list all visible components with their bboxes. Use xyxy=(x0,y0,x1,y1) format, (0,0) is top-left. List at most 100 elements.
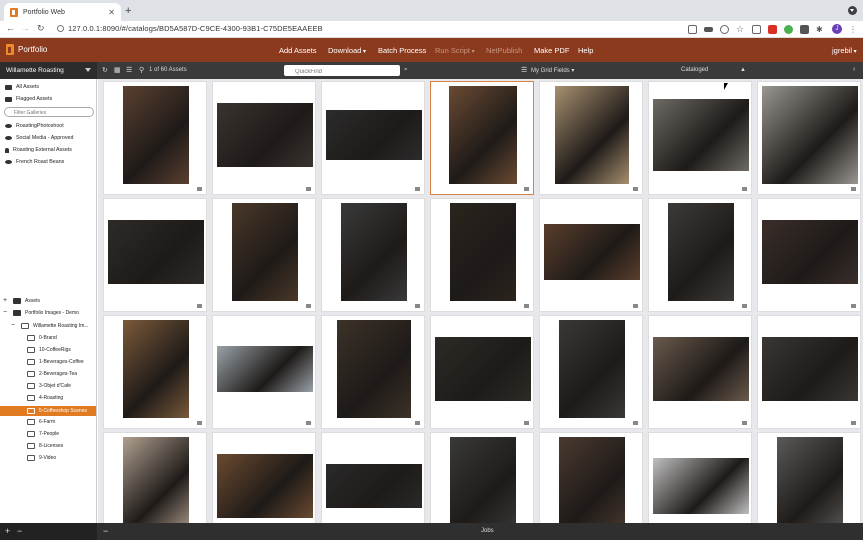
asset-thumbnail[interactable] xyxy=(544,224,640,280)
gallery-item[interactable]: RoastingPhotoshoot xyxy=(5,123,64,129)
flag-icon[interactable] xyxy=(197,304,202,308)
extension-green-icon[interactable] xyxy=(784,24,793,34)
asset-tile[interactable] xyxy=(539,81,643,195)
kebab-menu-icon[interactable]: ⋮ xyxy=(849,25,857,34)
flag-icon[interactable] xyxy=(415,421,420,425)
asset-thumbnail[interactable] xyxy=(108,220,204,284)
flag-icon[interactable] xyxy=(851,304,856,308)
collapse-icon[interactable]: − xyxy=(3,309,9,316)
tree-folder[interactable]: 9-Video xyxy=(27,455,56,461)
gallery-item[interactable]: Roasting External Assets xyxy=(5,147,72,153)
asset-tile[interactable] xyxy=(757,432,861,523)
asset-tile[interactable] xyxy=(103,198,207,312)
flag-icon[interactable] xyxy=(633,187,638,191)
user-menu[interactable]: jgrebil xyxy=(832,46,857,55)
asset-tile[interactable] xyxy=(430,81,534,195)
asset-thumbnail[interactable] xyxy=(435,337,531,401)
flag-icon[interactable] xyxy=(851,421,856,425)
chrome-menu-icon[interactable] xyxy=(848,6,857,15)
asset-thumbnail[interactable] xyxy=(217,454,313,518)
zoom-icon[interactable] xyxy=(720,24,729,34)
tree-folder[interactable]: 1-Beverages-Coffee xyxy=(27,359,84,365)
puzzle-icon[interactable]: ✱ xyxy=(816,25,825,34)
asset-tile[interactable] xyxy=(321,198,425,312)
asset-thumbnail[interactable] xyxy=(559,320,625,418)
asset-thumbnail[interactable] xyxy=(559,437,625,523)
search-icon[interactable]: ⌕ xyxy=(404,66,408,74)
asset-thumbnail[interactable] xyxy=(123,437,189,523)
netpublish-button[interactable]: NetPublish xyxy=(486,46,522,55)
apps-grid-icon[interactable] xyxy=(688,24,697,34)
asset-thumbnail[interactable] xyxy=(777,437,843,523)
asset-thumbnail[interactable] xyxy=(762,337,858,401)
sort-ascending-icon[interactable]: ▲ xyxy=(740,67,746,73)
asset-thumbnail[interactable] xyxy=(326,464,422,508)
browser-tab[interactable]: Portfolio Web ✕ xyxy=(4,3,121,21)
collapse-icon[interactable]: − xyxy=(11,322,17,329)
sidebar-item-all-assets[interactable]: All Assets xyxy=(5,84,39,90)
flag-icon[interactable] xyxy=(742,421,747,425)
flag-icon[interactable] xyxy=(742,304,747,308)
asset-thumbnail[interactable] xyxy=(555,86,629,184)
asset-tile[interactable] xyxy=(430,315,534,429)
asset-tile[interactable] xyxy=(103,81,207,195)
run-script-menu[interactable]: Run Script xyxy=(435,46,475,55)
flag-icon[interactable] xyxy=(415,304,420,308)
flag-icon[interactable] xyxy=(851,187,856,191)
refresh-icon[interactable]: ↻ xyxy=(102,66,108,74)
star-icon[interactable]: ☆ xyxy=(736,24,745,34)
tree-item-assets[interactable]: + Assets xyxy=(3,297,40,304)
tree-folder[interactable]: 0-Brand xyxy=(27,335,57,341)
asset-tile[interactable] xyxy=(430,198,534,312)
asset-tile[interactable] xyxy=(539,315,643,429)
tree-item-portfolio-images[interactable]: − Portfolio Images - Demo xyxy=(3,309,79,316)
asset-tile[interactable] xyxy=(103,315,207,429)
tree-folder[interactable]: 7-People xyxy=(27,431,59,437)
asset-tile[interactable] xyxy=(539,198,643,312)
asset-thumbnail[interactable] xyxy=(341,203,407,301)
asset-thumbnail[interactable] xyxy=(653,99,749,171)
asset-tile[interactable] xyxy=(539,432,643,523)
asset-tile[interactable] xyxy=(757,198,861,312)
url-field[interactable]: 127.0.0.1:8090/#/catalogs/BD5A587D-C9CE-… xyxy=(68,24,323,33)
asset-tile[interactable] xyxy=(648,432,752,523)
asset-tile[interactable] xyxy=(321,432,425,523)
flag-icon[interactable] xyxy=(197,187,202,191)
make-pdf-button[interactable]: Make PDF xyxy=(534,46,569,55)
remove-icon[interactable]: − xyxy=(17,526,22,536)
asset-tile[interactable] xyxy=(212,198,316,312)
jobs-label[interactable]: Jobs xyxy=(481,528,494,534)
sort-field[interactable]: Cataloged xyxy=(681,67,708,73)
download-menu[interactable]: Download xyxy=(328,46,366,55)
quickfind-input[interactable] xyxy=(284,65,400,76)
profile-avatar[interactable]: J xyxy=(832,24,842,34)
info-icon[interactable] xyxy=(57,25,64,32)
tree-folder[interactable]: 8-Licenses xyxy=(27,443,63,449)
batch-process-button[interactable]: Batch Process xyxy=(378,46,426,55)
extension-dark-icon[interactable] xyxy=(800,24,809,34)
flag-icon[interactable] xyxy=(306,304,311,308)
tree-folder[interactable]: 4-Roasting xyxy=(27,395,63,401)
flag-icon[interactable] xyxy=(197,421,202,425)
asset-tile[interactable] xyxy=(757,315,861,429)
collapse-panel-icon[interactable]: ‹ xyxy=(853,66,855,73)
asset-tile[interactable] xyxy=(103,432,207,523)
add-icon[interactable]: + xyxy=(5,526,10,536)
asset-thumbnail[interactable] xyxy=(653,337,749,401)
flag-icon[interactable] xyxy=(742,187,747,191)
flag-icon[interactable] xyxy=(524,187,529,191)
close-icon[interactable]: ✕ xyxy=(108,8,115,17)
list-view-icon[interactable]: ☰ xyxy=(126,66,132,74)
flag-icon[interactable] xyxy=(633,304,638,308)
flag-icon[interactable] xyxy=(306,187,311,191)
asset-tile[interactable] xyxy=(648,315,752,429)
asset-tile[interactable] xyxy=(430,432,534,523)
asset-thumbnail[interactable] xyxy=(123,86,189,184)
asset-thumbnail[interactable] xyxy=(762,86,858,184)
asset-thumbnail[interactable] xyxy=(326,110,422,160)
asset-thumbnail[interactable] xyxy=(217,103,313,167)
key-icon[interactable] xyxy=(704,26,713,32)
flag-icon[interactable] xyxy=(524,421,529,425)
expand-icon[interactable]: + xyxy=(3,297,9,304)
asset-thumbnail[interactable] xyxy=(449,86,517,184)
